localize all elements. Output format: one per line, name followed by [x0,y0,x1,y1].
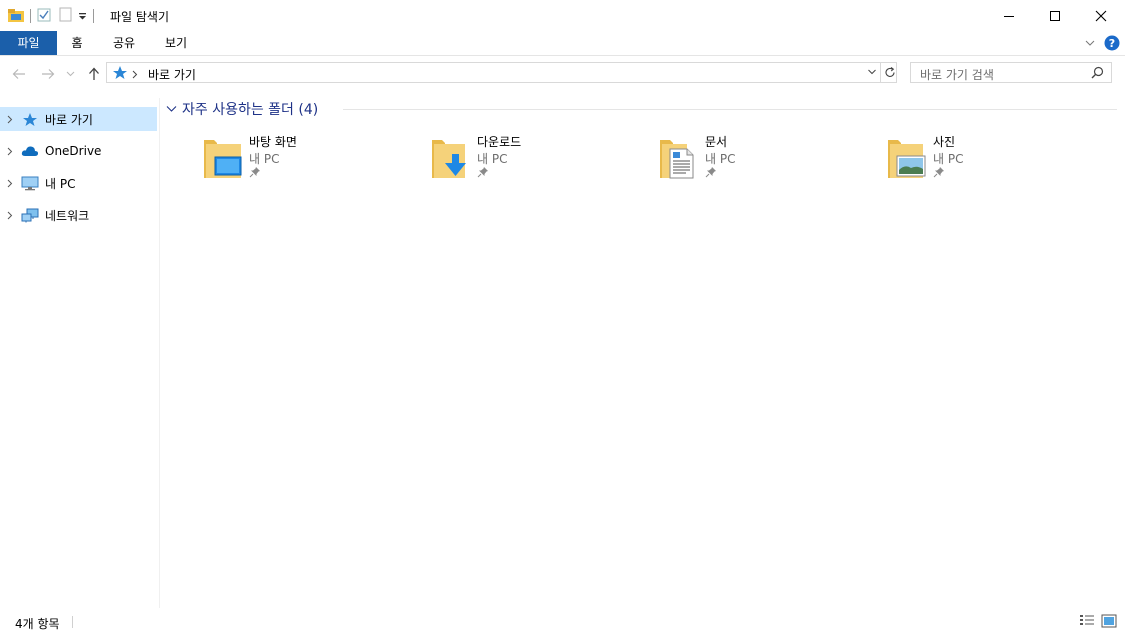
help-icon[interactable]: ? [1104,35,1120,54]
quick-access-toolbar [8,7,100,25]
folder-location: 내 PC [249,152,280,166]
up-button[interactable] [86,66,102,82]
folder-name: 사진 [933,135,956,149]
address-bar[interactable]: 바로 가기 [106,62,897,83]
folder-app-icon [8,8,24,25]
folder-name: 다운로드 [477,135,522,149]
folder-tile-desktop[interactable]: 바탕 화면 내 PC [201,132,401,182]
folder-tile-downloads[interactable]: 다운로드 내 PC [429,132,629,182]
group-title: 자주 사용하는 폴더 (4) [182,102,319,118]
maximize-button[interactable] [1032,0,1078,31]
sidebar-item-label: 네트워크 [45,208,90,223]
address-history-dropdown-icon[interactable] [867,66,877,81]
close-button[interactable] [1078,0,1124,31]
folder-location: 내 PC [933,152,964,166]
item-count: 4개 항목 [15,617,60,631]
pin-icon [705,166,717,178]
pin-icon [249,166,261,178]
search-placeholder[interactable]: 바로 가기 검색 [920,66,994,83]
sidebar-item-quick-access[interactable]: 바로 가기 [0,107,157,131]
refresh-icon[interactable] [884,66,896,82]
title-bar: 파일 탐색기 [0,0,1125,31]
ribbon: 파일 홈 공유 보기 ? [0,31,1125,56]
properties-icon[interactable] [37,8,51,25]
pin-icon [477,166,489,178]
collapse-chevron-icon[interactable] [166,105,177,113]
sidebar-item-onedrive[interactable]: OneDrive [0,139,157,163]
expand-ribbon-icon[interactable] [1084,37,1096,51]
window-title: 파일 탐색기 [110,10,170,24]
tab-view[interactable]: 보기 [158,31,194,55]
breadcrumb-chevron-icon[interactable] [132,68,138,82]
expand-chevron-icon[interactable] [0,147,20,156]
status-bar: 4개 항목 [0,610,1125,634]
minimize-button[interactable] [986,0,1032,31]
expand-chevron-icon[interactable] [0,179,20,188]
pin-icon [933,166,945,178]
desktop-folder-icon [201,136,245,180]
cloud-icon [20,143,40,159]
folder-location: 내 PC [477,152,508,166]
download-folder-icon [429,136,473,180]
new-folder-icon[interactable] [59,7,72,25]
tab-file[interactable]: 파일 [0,31,57,55]
tab-home[interactable]: 홈 [62,31,92,55]
star-icon [20,111,40,127]
expand-chevron-icon[interactable] [0,211,20,220]
sidebar-item-label: OneDrive [45,144,102,158]
search-box[interactable]: 바로 가기 검색 [910,62,1112,83]
sidebar-item-this-pc[interactable]: 내 PC [0,171,157,195]
folder-tile-documents[interactable]: 문서 내 PC [657,132,857,182]
documents-folder-icon [657,136,701,180]
navigation-pane: 바로 가기 OneDrive 내 PC 네트워크 [0,98,160,608]
recent-locations-button[interactable] [64,66,76,82]
customize-quick-access-icon[interactable] [78,9,87,23]
sidebar-item-network[interactable]: 네트워크 [0,203,157,227]
monitor-icon [20,175,40,191]
folder-name: 문서 [705,135,728,149]
folder-location: 내 PC [705,152,736,166]
tab-share[interactable]: 공유 [106,31,142,55]
folder-tile-pictures[interactable]: 사진 내 PC [885,132,1085,182]
back-button[interactable] [11,66,27,82]
large-icons-view-icon[interactable] [1101,614,1117,631]
group-header-frequent-folders[interactable]: 자주 사용하는 폴더 (4) [166,100,318,118]
svg-text:?: ? [1109,37,1115,50]
sidebar-item-label: 내 PC [45,176,76,191]
group-divider [343,109,1117,110]
breadcrumb-current[interactable]: 바로 가기 [148,66,196,83]
status-divider [72,616,73,628]
expand-chevron-icon[interactable] [0,115,20,124]
sidebar-item-label: 바로 가기 [45,112,93,127]
folder-name: 바탕 화면 [249,135,297,149]
pictures-folder-icon [885,136,929,180]
forward-button[interactable] [40,66,56,82]
star-icon [112,65,128,83]
search-icon[interactable] [1091,66,1104,82]
details-view-icon[interactable] [1079,614,1095,631]
network-icon [20,207,40,223]
